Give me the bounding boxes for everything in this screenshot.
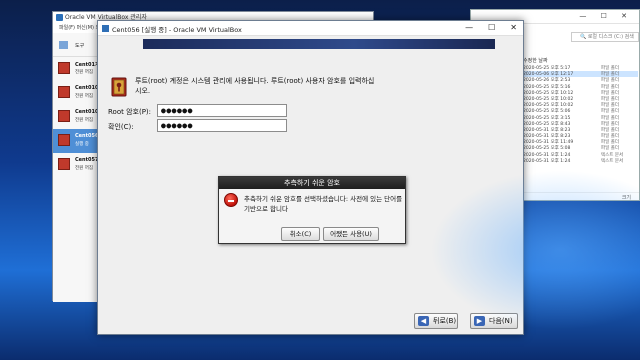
- vm-list-item[interactable]: Cent0103 전원 꺼짐: [53, 105, 102, 129]
- vm-status: 전원 꺼짐: [75, 166, 93, 171]
- vm-os-icon: [58, 86, 70, 98]
- vm-status: 전원 꺼짐: [75, 70, 93, 75]
- file-type: 텍스트 문서: [601, 158, 624, 164]
- vm-list-item[interactable]: Cent01가전원 꺼짐: [53, 57, 100, 81]
- dialog-title: 추측하기 쉬운 암호: [219, 177, 405, 189]
- vm-os-icon: [58, 158, 70, 170]
- back-button[interactable]: ◀ 뒤로(B): [414, 313, 458, 329]
- vm-os-icon: [58, 134, 70, 146]
- vm-window-controls: — ☐ ✕: [465, 23, 517, 32]
- dialog-message: 추측하기 쉬운 암호를 선택하셨습니다: 사전에 있는 단어를 기반으로 합니다: [244, 195, 403, 213]
- vm-list-sidebar: 도구 Cent01가 전원 꺼짐 Cent0102 전원 꺼짐 Cent0103 전원 꺼…: [53, 33, 102, 302]
- explorer-file-list: 2020-05-25 오후 5:17 파일 폴더 2020-05-06 오후 12:…: [523, 65, 638, 164]
- root-password-field[interactable]: ●●●●●●: [157, 104, 287, 117]
- maximize-button[interactable]: ☐: [488, 23, 495, 32]
- tools-item[interactable]: 도구: [53, 33, 100, 57]
- vm-name: Cent056: [75, 133, 99, 139]
- vm-window: Cent056 [실행 중] - Oracle VM VirtualBox — …: [97, 20, 524, 335]
- next-button-label: 다음(N): [489, 317, 513, 325]
- explorer-window-controls[interactable]: — ☐ ✕: [579, 12, 633, 20]
- root-password-label: Root 암호(P):: [108, 108, 152, 116]
- next-button[interactable]: ▶ 다음(N): [470, 313, 518, 329]
- vm-name: Cent057: [75, 157, 99, 163]
- vm-status: 전원 꺼짐: [75, 118, 93, 123]
- vm-list: Cent01가 전원 꺼짐 Cent0102 전원 꺼짐 Cent0103 전원 꺼짐 Ce…: [53, 57, 102, 177]
- explorer-search-box[interactable]: 🔍 로컬 디스크 (C:) 검색: [571, 32, 639, 42]
- explorer-footer-label: 크기: [621, 195, 631, 201]
- vm-window-titlebar: Cent056 [실행 중] - Oracle VM VirtualBox — …: [98, 21, 523, 36]
- vm-os-icon: [58, 110, 70, 122]
- desktop: — ☐ ✕ 🔍 로컬 디스크 (C:) 검색 수정한 날짜 2020-05-25…: [0, 0, 640, 360]
- weak-password-dialog: 추측하기 쉬운 암호 추측하기 쉬운 암호를 선택하셨습니다: 사전에 있는 단…: [218, 176, 406, 244]
- list-item[interactable]: 2020-05-31 오후 1:24 텍스트 문서: [523, 158, 638, 164]
- virtualbox-icon: [102, 25, 109, 32]
- minimize-button[interactable]: —: [465, 23, 473, 32]
- arrow-left-icon: ◀: [418, 316, 429, 326]
- vm-status: 전원 꺼짐: [75, 94, 93, 99]
- guest-screen[interactable]: 루트(root) 계정은 시스템 관리에 사용됩니다. 루트(root) 사용자…: [98, 36, 523, 334]
- installer-banner: [143, 39, 495, 49]
- virtualbox-icon: [56, 14, 63, 21]
- explorer-column-header[interactable]: 수정한 날짜: [523, 57, 548, 64]
- arrow-right-icon: ▶: [474, 316, 485, 326]
- vm-status: 실행 중: [75, 142, 89, 147]
- error-icon: [224, 193, 238, 207]
- tools-icon: [59, 41, 68, 49]
- confirm-password-label: 확인(C):: [108, 123, 134, 131]
- vm-list-item[interactable]: Cent056 실행 중: [53, 129, 100, 153]
- vm-name: Cent01가: [75, 62, 100, 68]
- cancel-button[interactable]: 취소(C): [281, 227, 320, 241]
- vm-list-item[interactable]: Cent0102 전원 꺼짐: [53, 81, 102, 105]
- use-anyway-button[interactable]: 어쨌든 사용(U): [323, 227, 379, 241]
- vm-window-title: Cent056 [실행 중] - Oracle VM VirtualBox: [112, 26, 242, 34]
- modified-date: 2020-05-31 오후 1:24: [523, 158, 571, 164]
- vm-list-item[interactable]: Cent057 전원 꺼짐: [53, 153, 100, 177]
- close-button[interactable]: ✕: [510, 23, 517, 32]
- vm-os-icon: [58, 62, 70, 74]
- explorer-status-bar: 크기: [471, 192, 639, 201]
- root-key-icon: [111, 77, 127, 97]
- confirm-password-field[interactable]: ●●●●●●: [157, 119, 287, 132]
- root-password-intro: 루트(root) 계정은 시스템 관리에 사용됩니다. 루트(root) 사용자…: [135, 77, 375, 95]
- tools-label: 도구: [75, 43, 85, 49]
- back-button-label: 뒤로(B): [433, 317, 457, 325]
